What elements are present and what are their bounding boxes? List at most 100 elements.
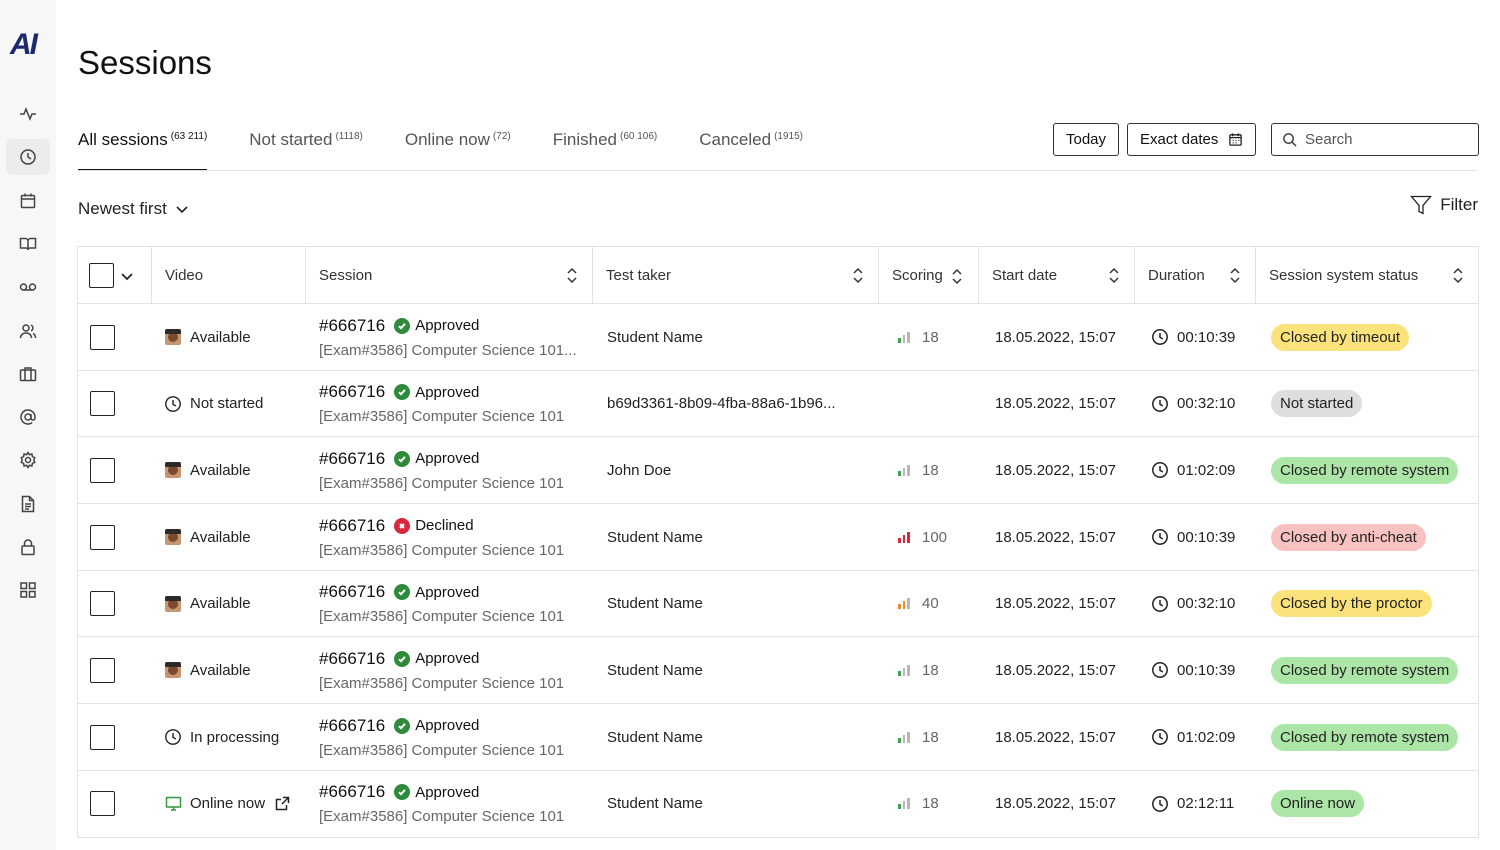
clock-icon (1152, 329, 1168, 345)
test-taker[interactable]: Student Name (607, 504, 703, 570)
test-taker[interactable]: Student Name (607, 771, 703, 837)
column-start-date[interactable]: Start date (979, 247, 1135, 304)
status-badge: Closed by the proctor (1271, 590, 1432, 618)
table-row[interactable]: Available #666716 Approved [Exam#3586] Comp… (78, 571, 1478, 638)
test-taker[interactable]: Student Name (607, 637, 703, 703)
sidebar-item-activity[interactable] (6, 96, 50, 132)
sidebar-item-calendar[interactable] (6, 183, 50, 219)
session-cell[interactable]: #666716 Approved [Exam#3586] Computer Scie… (319, 571, 564, 637)
sort-dropdown[interactable]: Newest first (78, 199, 189, 219)
test-taker[interactable]: Student Name (607, 304, 703, 370)
row-checkbox[interactable] (90, 391, 115, 417)
external-link-icon[interactable] (275, 796, 290, 811)
tab-all-sessions[interactable]: All sessions (63 211) (78, 120, 208, 171)
table-row[interactable]: Online now #666716 Approved [Exam#3586] Com… (78, 771, 1478, 838)
session-id[interactable]: #666716 (319, 582, 385, 602)
sidebar-item-clock[interactable] (6, 139, 50, 176)
video-cell[interactable]: Available (164, 571, 251, 637)
test-taker[interactable]: Student Name (607, 704, 703, 770)
test-taker[interactable]: John Doe (607, 437, 671, 503)
session-id[interactable]: #666716 (319, 782, 385, 802)
sidebar-item-users[interactable] (6, 313, 50, 349)
sidebar-item-at[interactable] (6, 399, 50, 435)
table-row[interactable]: In processing #666716 Approved [Exam#3586] … (78, 704, 1478, 771)
column-scoring[interactable]: Scoring (879, 247, 979, 304)
sort-icon[interactable] (566, 267, 578, 284)
session-cell[interactable]: #666716 Approved [Exam#3586] Computer Scie… (319, 304, 577, 370)
column-session[interactable]: Session (306, 247, 593, 304)
table-row[interactable]: Available #666716 Approved [Exam#3586] Comp… (78, 437, 1478, 505)
sidebar-item-grid[interactable] (6, 572, 50, 608)
session-id[interactable]: #666716 (319, 516, 385, 536)
row-checkbox[interactable] (90, 324, 115, 350)
session-id[interactable]: #666716 (319, 649, 385, 669)
score-bars-icon (898, 731, 912, 743)
session-id[interactable]: #666716 (319, 382, 385, 402)
session-id[interactable]: #666716 (319, 449, 385, 469)
video-cell[interactable]: Available (164, 304, 251, 370)
session-id[interactable]: #666716 (319, 316, 385, 336)
table-row[interactable]: Available #666716 Approved [Exam#3586] Comp… (78, 637, 1478, 705)
today-button[interactable]: Today (1053, 123, 1120, 156)
sort-icon[interactable] (852, 267, 864, 284)
video-cell[interactable]: Available (164, 437, 251, 503)
session-cell[interactable]: #666716 Approved [Exam#3586] Computer Scie… (319, 437, 564, 503)
tab-canceled[interactable]: Canceled (1915) (699, 120, 803, 171)
table-row[interactable]: Not started #666716 Approved [Exam#3586] Co… (78, 371, 1478, 438)
tab-finished[interactable]: Finished (60 106) (553, 120, 658, 171)
sidebar-item-lock[interactable] (6, 529, 50, 565)
sort-icon[interactable] (951, 268, 963, 285)
session-id[interactable]: #666716 (319, 716, 385, 736)
session-cell[interactable]: #666716 Approved [Exam#3586] Computer Scie… (319, 371, 564, 437)
column-duration[interactable]: Duration (1135, 247, 1256, 304)
tab-count: (1118) (335, 131, 363, 142)
score-bars-icon (898, 664, 912, 676)
row-checkbox[interactable] (90, 791, 115, 817)
app-logo[interactable]: AI (10, 28, 38, 62)
session-cell[interactable]: #666716 Approved [Exam#3586] Computer Scie… (319, 771, 564, 837)
sidebar-item-briefcase[interactable] (6, 356, 50, 392)
exam-name: [Exam#3586] Computer Science 101 (319, 408, 565, 426)
exam-name: [Exam#3586] Computer Science 101 (319, 541, 565, 559)
table-row[interactable]: Available #666716 Declined [Exam#3586] Comp… (78, 504, 1478, 571)
session-cell[interactable]: #666716 Approved [Exam#3586] Computer Scie… (319, 637, 564, 703)
column-session-label: Session (319, 267, 373, 284)
search-input[interactable] (1305, 131, 1475, 148)
sidebar-item-settings[interactable] (6, 442, 50, 478)
row-checkbox[interactable] (90, 457, 115, 483)
exact-dates-button[interactable]: Exact dates (1127, 123, 1257, 156)
video-cell[interactable]: Available (164, 637, 251, 703)
video-cell[interactable]: Not started (164, 371, 263, 437)
tab-online-now[interactable]: Online now (72) (405, 120, 511, 171)
row-select (90, 437, 115, 503)
select-all-checkbox[interactable] (89, 263, 114, 288)
tab-label: Finished (552, 130, 617, 149)
table-row[interactable]: Available #666716 Approved [Exam#3586] Comp… (78, 304, 1478, 371)
column-system-status[interactable]: Session system status (1256, 247, 1478, 304)
filter-button[interactable]: Filter (1410, 194, 1478, 216)
review-status: Approved (415, 450, 480, 468)
video-cell[interactable]: In processing (164, 704, 279, 770)
row-checkbox[interactable] (90, 657, 115, 683)
test-taker[interactable]: b69d3361-8b09-4fba-88a6-1b96... (607, 371, 836, 437)
session-cell[interactable]: #666716 Approved [Exam#3586] Computer Scie… (319, 704, 564, 770)
sidebar-item-voicemail[interactable] (6, 269, 50, 305)
sidebar-item-book[interactable] (6, 226, 50, 262)
review-status: Approved (415, 650, 480, 668)
row-checkbox[interactable] (90, 591, 115, 617)
test-taker[interactable]: Student Name (607, 571, 703, 637)
session-cell[interactable]: #666716 Declined [Exam#3586] Computer Scie… (319, 504, 564, 570)
sidebar-item-document[interactable] (6, 486, 50, 522)
row-checkbox[interactable] (90, 524, 115, 550)
sort-icon[interactable] (1229, 267, 1241, 284)
tab-not-started[interactable]: Not started (1118) (249, 120, 363, 171)
sort-icon[interactable] (1108, 267, 1120, 284)
sort-icon[interactable] (1452, 267, 1464, 284)
video-cell[interactable]: Available (164, 504, 251, 570)
column-test-taker[interactable]: Test taker (593, 247, 879, 304)
chevron-down-icon[interactable] (120, 269, 134, 283)
scoring-cell: 18 (898, 437, 939, 503)
video-cell[interactable]: Online now (164, 771, 290, 837)
row-checkbox[interactable] (90, 724, 115, 750)
settings-icon (20, 451, 36, 470)
